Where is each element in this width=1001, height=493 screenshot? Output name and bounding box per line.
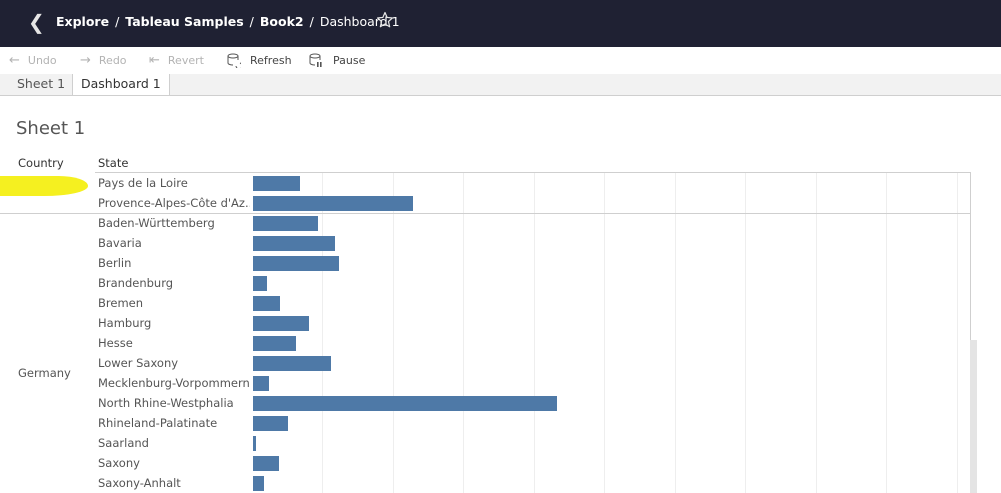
undo-button[interactable]: ← Undo [9, 53, 57, 68]
breadcrumb-explore[interactable]: Explore [56, 14, 109, 29]
state-label[interactable]: Lower Saxony [98, 356, 250, 370]
gridline [886, 173, 887, 493]
tab-dashboard1[interactable]: Dashboard 1 [72, 74, 170, 95]
chart-grid [252, 173, 970, 493]
refresh-database-icon [227, 53, 241, 68]
revert-icon: ⇤ [149, 53, 160, 68]
undo-label: Undo [27, 54, 57, 67]
bar-mark[interactable] [253, 395, 557, 411]
table-top-border [95, 172, 971, 173]
state-label[interactable]: Saxony [98, 456, 250, 470]
bar-mark[interactable] [253, 275, 267, 291]
bar-mark[interactable] [253, 295, 280, 311]
state-label[interactable]: Mecklenburg-Vorpommern [98, 376, 250, 390]
state-label[interactable]: Saarland [98, 436, 250, 450]
country-divider [0, 213, 971, 214]
state-label[interactable]: Brandenburg [98, 276, 250, 290]
pause-database-icon [309, 53, 322, 67]
breadcrumb-separator: / [249, 14, 254, 29]
pause-button[interactable]: Pause [309, 53, 365, 68]
state-label[interactable]: Hamburg [98, 316, 250, 330]
bar-mark[interactable] [253, 215, 318, 231]
bar-mark[interactable] [253, 455, 279, 471]
state-label[interactable]: Baden-Württemberg [98, 216, 250, 230]
gridline [957, 173, 958, 493]
state-label[interactable]: Provence-Alpes-Côte d'Az.. [98, 196, 250, 210]
bar-mark[interactable] [253, 435, 256, 451]
revert-button[interactable]: ⇤ Revert [149, 53, 204, 68]
favorite-star-icon[interactable] [376, 11, 394, 29]
state-label[interactable]: Berlin [98, 256, 250, 270]
gridline [816, 173, 817, 493]
column-header-country[interactable]: Country [18, 156, 64, 170]
state-label[interactable]: Rhineland-Palatinate [98, 416, 250, 430]
state-label[interactable]: Saxony-Anhalt [98, 476, 250, 490]
state-label[interactable]: Hesse [98, 336, 250, 350]
bar-mark[interactable] [253, 195, 413, 211]
revert-label: Revert [167, 54, 204, 67]
redo-arrow-icon: → [80, 53, 91, 68]
column-header-state[interactable]: State [98, 156, 128, 170]
pause-label: Pause [333, 54, 366, 67]
state-label[interactable]: Bavaria [98, 236, 250, 250]
gridline [745, 173, 746, 493]
bar-mark[interactable] [253, 335, 296, 351]
refresh-button[interactable]: Refresh [227, 53, 292, 68]
gridline [463, 173, 464, 493]
gridline [322, 173, 323, 493]
gridline [534, 173, 535, 493]
breadcrumb-tableau-samples[interactable]: Tableau Samples [125, 14, 243, 29]
bar-mark[interactable] [253, 355, 331, 371]
toolbar: ← Undo → Redo ⇤ Revert Refresh Pause [0, 47, 1001, 75]
undo-arrow-icon: ← [9, 53, 20, 68]
refresh-label: Refresh [250, 54, 292, 67]
redo-button[interactable]: → Redo [80, 53, 127, 68]
redo-label: Redo [98, 54, 127, 67]
bar-mark[interactable] [253, 375, 269, 391]
breadcrumb-separator: / [115, 14, 120, 29]
gridline [604, 173, 605, 493]
state-label[interactable]: North Rhine-Westphalia [98, 396, 250, 410]
breadcrumb-book2[interactable]: Book2 [260, 14, 304, 29]
bar-mark[interactable] [253, 235, 335, 251]
tab-sheet1[interactable]: Sheet 1 [9, 74, 75, 94]
vertical-scrollbar[interactable] [970, 340, 977, 493]
yellow-highlight-annotation [0, 176, 88, 196]
sheet-title: Sheet 1 [16, 118, 86, 139]
bar-mark[interactable] [253, 315, 309, 331]
back-chevron-icon[interactable]: ❮ [28, 12, 45, 32]
bar-mark[interactable] [253, 475, 264, 491]
breadcrumb-separator: / [309, 14, 314, 29]
gridline [393, 173, 394, 493]
sheet-tabs: Sheet 1 Dashboard 1 [0, 74, 1001, 96]
bar-mark[interactable] [253, 255, 339, 271]
top-nav-bar: ❮ Explore / Tableau Samples / Book2 / Da… [0, 0, 1001, 47]
bar-mark[interactable] [253, 175, 300, 191]
gridline [675, 173, 676, 493]
bar-mark[interactable] [253, 415, 288, 431]
state-label[interactable]: Bremen [98, 296, 250, 310]
country-label-germany[interactable]: Germany [18, 366, 71, 380]
state-label[interactable]: Pays de la Loire [98, 176, 250, 190]
breadcrumb: Explore / Tableau Samples / Book2 / Dash… [56, 14, 400, 29]
